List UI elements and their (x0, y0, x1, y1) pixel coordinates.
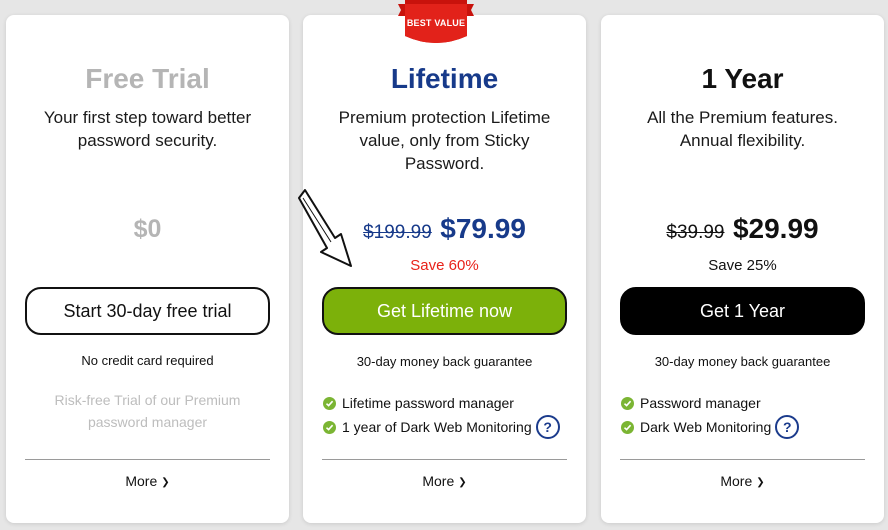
divider (620, 459, 865, 460)
check-circle-icon (621, 396, 634, 410)
question-circle-icon[interactable]: ? (775, 415, 800, 439)
plan-card-1-year: 1 Year All the Premium features. Annual … (601, 15, 884, 523)
trial-note: Risk-free Trial of our Premium password … (54, 392, 241, 430)
current-price: $29.99 (732, 213, 819, 244)
price-row: $39.99 $29.99 (601, 213, 884, 245)
plan-description: All the Premium features. Annual flexibi… (647, 108, 838, 150)
chevron-down-icon: ❯ (161, 477, 170, 488)
list-item: Password manager (621, 391, 874, 415)
list-item: 1 year of Dark Web Monitoring ? (323, 415, 576, 439)
plan-card-free-trial: Free Trial Your first step toward better… (6, 15, 289, 523)
plan-description: Premium protection Lifetime value, only … (338, 108, 551, 173)
get-lifetime-button[interactable]: Get Lifetime now (322, 287, 567, 335)
more-label: More (422, 473, 455, 489)
list-item: Lifetime password manager (323, 391, 576, 415)
save-badge: Save 25% (708, 257, 777, 274)
feature-label: Lifetime password manager (342, 395, 514, 411)
check-circle-icon (323, 420, 336, 434)
chevron-down-icon: ❯ (458, 477, 467, 488)
best-value-badge: BEST VALUE (406, 18, 466, 28)
more-toggle[interactable]: More ❯ (6, 473, 289, 489)
more-label: More (720, 473, 753, 489)
start-free-trial-button[interactable]: Start 30-day free trial (25, 287, 270, 335)
question-circle-icon[interactable]: ? (535, 415, 560, 439)
plan-title: 1 Year (701, 63, 784, 94)
check-circle-icon (323, 396, 336, 410)
plan-title: Lifetime (390, 63, 499, 94)
old-price: $199.99 (363, 222, 432, 243)
feature-label: 1 year of Dark Web Monitoring (342, 419, 532, 435)
old-price: $39.99 (666, 222, 725, 243)
more-toggle[interactable]: More ❯ (601, 473, 884, 489)
money-back-note: 30-day money back guarantee (654, 354, 831, 369)
plan-title: Free Trial (85, 63, 210, 94)
current-price: $79.99 (440, 213, 526, 244)
check-circle-icon (621, 420, 634, 434)
more-toggle[interactable]: More ❯ (303, 473, 586, 489)
money-back-note: 30-day money back guarantee (356, 354, 533, 369)
feature-label: Dark Web Monitoring (640, 419, 772, 435)
plan-description: Your first step toward better password s… (43, 108, 252, 150)
chevron-down-icon: ❯ (756, 477, 765, 488)
current-price: $0 (133, 215, 162, 243)
best-value-ribbon: BEST VALUE (395, 0, 477, 46)
list-item: Dark Web Monitoring ? (621, 415, 874, 439)
no-credit-card-note: No credit card required (81, 353, 214, 368)
more-label: More (125, 473, 158, 489)
divider (25, 459, 270, 460)
feature-list: Password manager Dark Web Monitoring ? (621, 391, 874, 439)
feature-label: Password manager (640, 395, 761, 411)
get-1-year-button[interactable]: Get 1 Year (620, 287, 865, 335)
price-row: $0 (6, 215, 289, 244)
hand-drawn-arrow-icon (298, 189, 352, 267)
feature-list: Lifetime password manager 1 year of Dark… (323, 391, 576, 439)
divider (322, 459, 567, 460)
